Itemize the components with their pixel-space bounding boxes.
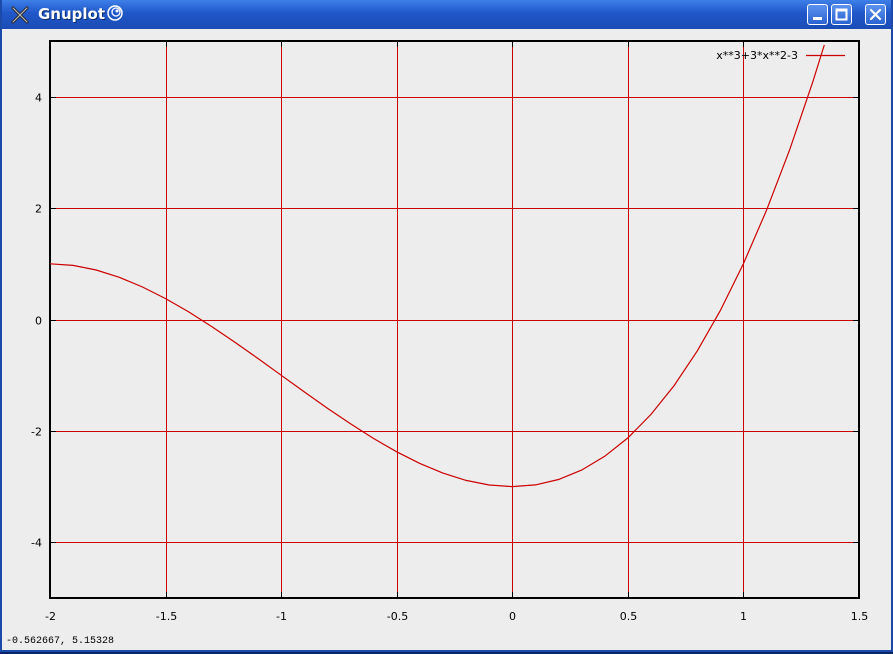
maximize-button[interactable] (831, 4, 852, 25)
y-tick-label: 2 (35, 203, 42, 216)
mouse-coordinates-readout: -0.562667, 5.15328 (6, 636, 115, 647)
y-tick-label: 0 (35, 315, 42, 328)
swirl-icon (106, 4, 124, 22)
x-tick-label: 0 (509, 610, 516, 623)
x-tick-label: 0.5 (620, 610, 638, 623)
window-title: Gnuplot (38, 5, 106, 23)
title-bar[interactable]: Gnuplot (2, 0, 891, 29)
y-tick-label: -4 (31, 537, 42, 550)
maximize-icon (835, 8, 848, 21)
plot-svg: -2 -1.5 -1 -0.5 0 0.5 1 1.5 -4 -2 0 2 4 x**3+3*x**2-3 (31, 40, 869, 623)
gnuplot-app-icon[interactable] (10, 5, 30, 25)
close-icon (869, 8, 882, 21)
x-tick-label: -0.5 (387, 610, 408, 623)
x-tick-label: -1 (276, 610, 287, 623)
minimize-icon (813, 17, 822, 20)
x-tick-label: 1.5 (851, 610, 869, 623)
plot-canvas[interactable]: -2 -1.5 -1 -0.5 0 0.5 1 1.5 -4 -2 0 2 4 x**3+3*x**2-3 (2, 29, 891, 650)
x-tick-label: 1 (740, 610, 747, 623)
close-button[interactable] (865, 4, 886, 25)
legend-label: x**3+3*x**2-3 (716, 49, 798, 62)
minimize-button[interactable] (807, 4, 828, 25)
y-tick-label: 4 (35, 92, 42, 105)
x-tick-label: -1.5 (156, 610, 177, 623)
x-tick-label: -2 (45, 610, 56, 623)
y-tick-label: -2 (31, 426, 42, 439)
plot-border (49, 40, 860, 599)
gnuplot-window: Gnuplot -2 -1.5 -1 -0.5 0 0.5 1 1.5 -4 -2 0 2 4 x**3+… (0, 0, 893, 652)
